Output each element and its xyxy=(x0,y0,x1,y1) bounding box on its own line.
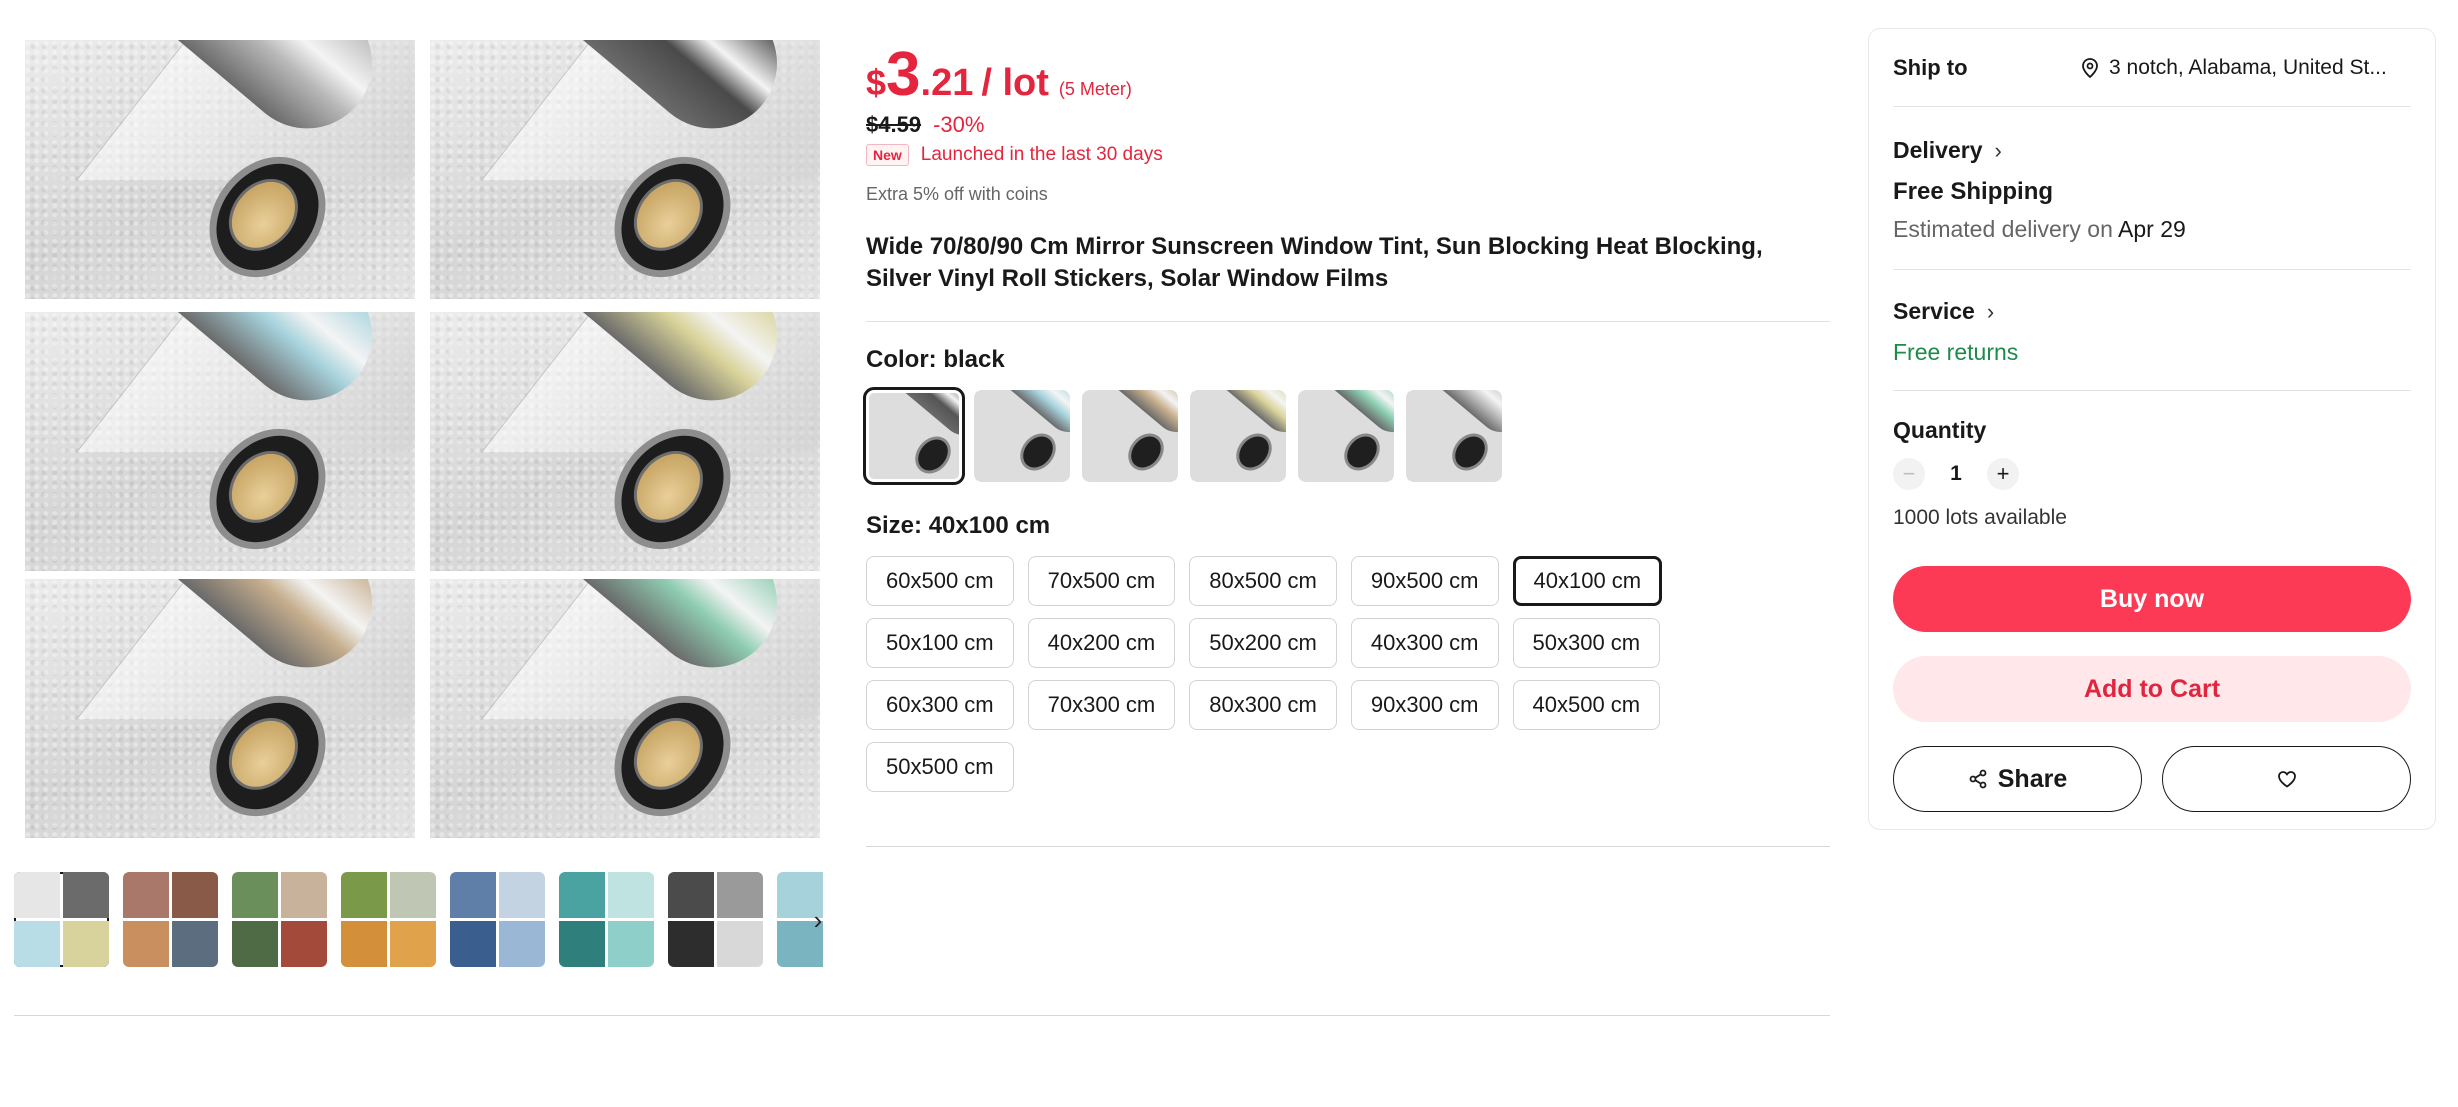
original-price-row: $4.59 -30% xyxy=(866,112,1830,138)
decrease-quantity-button[interactable]: − xyxy=(1893,458,1925,490)
share-wishlist-row: Share xyxy=(1893,746,2411,812)
thumbnail-2[interactable] xyxy=(123,872,218,967)
product-image-silver[interactable] xyxy=(25,40,415,299)
stock-available: 1000 lots available xyxy=(1893,506,2067,529)
color-swatch-green[interactable] xyxy=(1298,390,1394,482)
color-value: black xyxy=(943,346,1005,373)
delivery-date: Apr 29 xyxy=(2118,216,2186,242)
product-image-green[interactable] xyxy=(430,579,820,838)
price-unit: / lot xyxy=(981,62,1049,104)
wishlist-button[interactable] xyxy=(2162,746,2411,812)
chevron-right-icon: › xyxy=(813,904,823,935)
price-integer: 3 xyxy=(886,40,921,109)
price: $ 3 .21 / lot (5 Meter) xyxy=(866,44,1830,106)
quantity-stepper: − 1 + xyxy=(1893,458,2411,490)
color-swatch-bronze[interactable] xyxy=(1082,390,1178,482)
divider xyxy=(1893,390,2411,391)
service-header[interactable]: Service › xyxy=(1893,298,2411,325)
price-note: (5 Meter) xyxy=(1058,79,1132,99)
color-label: Color: black xyxy=(866,346,1005,373)
original-price: $4.59 xyxy=(866,112,922,137)
price-symbol: $ xyxy=(866,62,887,103)
location-pin-icon xyxy=(2082,57,2098,78)
delivery-header[interactable]: Delivery › xyxy=(1893,137,2411,164)
size-options: 60x500 cm 70x500 cm 80x500 cm 90x500 cm 40x1… xyxy=(866,556,1726,792)
product-image-gold[interactable] xyxy=(430,312,820,571)
size-option[interactable]: 50x100 cm xyxy=(866,618,1014,668)
product-image-blue[interactable] xyxy=(25,312,415,571)
thumbnail-4[interactable] xyxy=(341,872,436,967)
size-label: Size: 40x100 cm xyxy=(866,512,1051,539)
product-image-black[interactable] xyxy=(430,40,820,299)
size-option[interactable]: 50x500 cm xyxy=(866,742,1014,792)
color-swatch-black[interactable] xyxy=(863,387,965,485)
size-option[interactable]: 40x500 cm xyxy=(1512,680,1661,730)
thumbnail-strip: › xyxy=(14,872,826,968)
thumbnail-5[interactable] xyxy=(450,872,545,967)
thumbnail-3[interactable] xyxy=(232,872,327,967)
color-swatches xyxy=(863,387,1830,485)
estimated-delivery: Estimated delivery on Apr 29 xyxy=(1893,216,2186,242)
increase-quantity-button[interactable]: + xyxy=(1987,458,2019,490)
free-returns: Free returns xyxy=(1893,339,2019,365)
color-swatch-gold[interactable] xyxy=(1190,390,1286,482)
thumbs-next-button[interactable]: › xyxy=(796,890,826,950)
size-option[interactable]: 60x300 cm xyxy=(866,680,1014,730)
quantity-label: Quantity xyxy=(1893,417,1987,443)
size-option[interactable]: 60x500 cm xyxy=(866,556,1014,606)
size-option[interactable]: 40x300 cm xyxy=(1350,618,1499,668)
coins-offer: Extra 5% off with coins xyxy=(866,184,1048,204)
quantity-value[interactable]: 1 xyxy=(1949,462,1963,486)
share-icon xyxy=(1969,769,1987,789)
heart-icon xyxy=(2277,771,2296,788)
thumbnail-7[interactable] xyxy=(668,872,763,967)
share-button[interactable]: Share xyxy=(1893,746,2142,812)
divider xyxy=(14,1015,1830,1016)
chevron-right-icon: › xyxy=(1986,298,1995,324)
ship-to-label: Ship to xyxy=(1893,54,1968,80)
shipping-method: Free Shipping xyxy=(1893,178,2054,205)
new-text: Launched in the last 30 days xyxy=(920,144,1163,165)
price-decimal: .21 xyxy=(920,62,974,104)
buy-now-button[interactable]: Buy now xyxy=(1893,566,2411,632)
ship-to-address[interactable]: 3 notch, Alabama, United St... xyxy=(2081,56,2411,80)
size-option[interactable]: 40x100 cm xyxy=(1512,556,1663,606)
size-option[interactable]: 80x500 cm xyxy=(1189,556,1337,606)
ship-to-row[interactable]: Ship to 3 notch, Alabama, United St... xyxy=(1893,29,2411,107)
size-option[interactable]: 90x500 cm xyxy=(1350,556,1499,606)
size-option[interactable]: 80x300 cm xyxy=(1189,680,1337,730)
divider xyxy=(866,846,1830,847)
discount-badge: -30% xyxy=(933,112,985,137)
new-badge: New xyxy=(866,144,909,166)
size-option[interactable]: 50x200 cm xyxy=(1189,618,1337,668)
size-option[interactable]: 70x500 cm xyxy=(1027,556,1176,606)
chevron-right-icon: › xyxy=(1994,137,2002,163)
size-option[interactable]: 70x300 cm xyxy=(1027,680,1176,730)
product-info: $ 3 .21 / lot (5 Meter) $4.59 -30% New L… xyxy=(863,44,1830,792)
thumbnail-6[interactable] xyxy=(559,872,654,967)
size-option[interactable]: 90x300 cm xyxy=(1350,680,1499,730)
color-swatch-blue[interactable] xyxy=(974,390,1070,482)
thumbnail-1[interactable] xyxy=(14,872,109,967)
product-image-bronze[interactable] xyxy=(25,579,415,838)
color-swatch-silver[interactable] xyxy=(1406,390,1502,482)
divider xyxy=(1893,269,2411,270)
size-option[interactable]: 40x200 cm xyxy=(1027,618,1176,668)
new-arrival-row: New Launched in the last 30 days xyxy=(866,144,1830,166)
product-title: Wide 70/80/90 Cm Mirror Sunscreen Window… xyxy=(866,233,1763,292)
size-option[interactable]: 50x300 cm xyxy=(1512,618,1661,668)
divider xyxy=(866,321,1830,322)
purchase-panel: Ship to 3 notch, Alabama, United St... D… xyxy=(1868,28,2436,830)
size-value: 40x100 cm xyxy=(928,512,1051,539)
product-image-grid xyxy=(25,40,820,838)
add-to-cart-button[interactable]: Add to Cart xyxy=(1893,656,2411,722)
